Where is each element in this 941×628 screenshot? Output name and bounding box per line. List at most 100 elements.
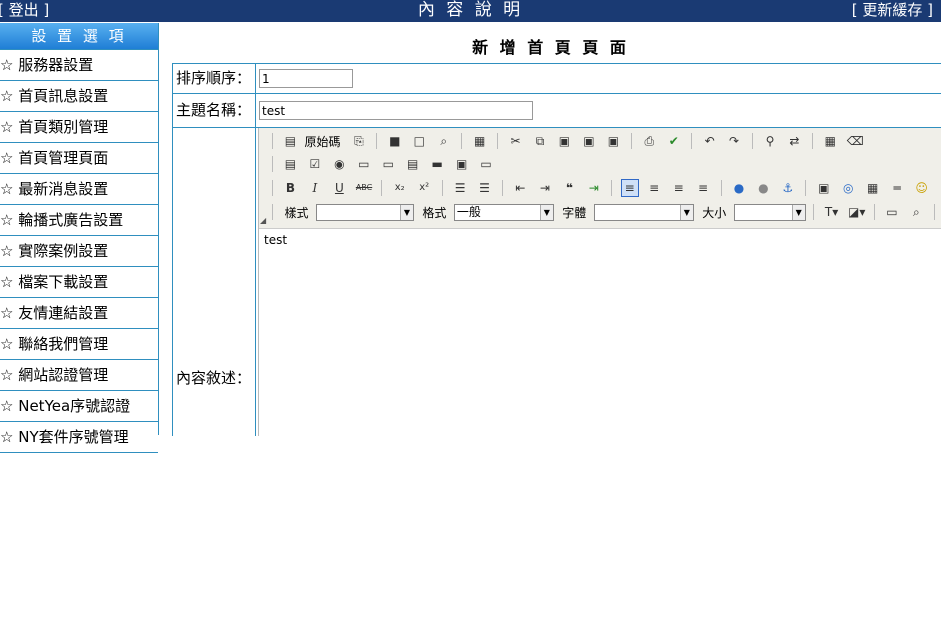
size-select[interactable]: ▼ (733, 203, 806, 221)
sidebar-item[interactable]: ☆ 首頁訊息設置 (0, 81, 158, 112)
sidebar-item[interactable]: ☆ 最新消息設置 (0, 174, 158, 205)
indent-icon[interactable]: ⇥ (537, 180, 553, 196)
style-select[interactable]: ▼ (315, 203, 414, 221)
sidebar-item[interactable]: ☆ 首頁類別管理 (0, 112, 158, 143)
find-icon[interactable]: ⚲ (762, 133, 778, 149)
hidden-field-icon[interactable]: ▭ (478, 156, 494, 172)
replace-icon[interactable]: ⇄ (786, 133, 802, 149)
select-field-icon[interactable]: ▤ (405, 156, 421, 172)
image-button-icon[interactable]: ▣ (454, 156, 470, 172)
smiley-icon[interactable]: ☺ (914, 180, 930, 196)
paste-text-icon[interactable]: ▣ (581, 133, 597, 149)
undo-icon[interactable]: ↶ (702, 133, 718, 149)
numbered-list-icon[interactable]: ☰ (452, 180, 468, 196)
background-color-icon[interactable]: ◪▾ (848, 204, 865, 220)
spellcheck-icon[interactable]: ✔ (666, 133, 682, 149)
bold-icon[interactable]: B (282, 180, 298, 196)
align-justify-icon[interactable]: ≡ (695, 180, 711, 196)
style-label: 樣式 (284, 205, 309, 220)
sidebar-item[interactable]: ☆ 服務器設置 (0, 50, 158, 81)
select-all-icon[interactable]: ▦ (822, 133, 838, 149)
textarea-icon[interactable]: ▭ (380, 156, 396, 172)
text-field-icon[interactable]: ▭ (356, 156, 372, 172)
chevron-down-icon: ▼ (539, 204, 553, 220)
underline-icon[interactable]: U (331, 180, 347, 196)
preview-icon[interactable]: ⎘ (351, 133, 367, 149)
copy-icon[interactable]: ⧉ (532, 133, 548, 149)
sidebar-item-label: 首頁管理頁面 (18, 149, 109, 167)
templates-icon[interactable]: ▦ (472, 133, 488, 149)
subscript-icon[interactable]: x₂ (392, 180, 408, 196)
sidebar-item[interactable]: ☆ 網站認證管理 (0, 360, 158, 391)
sidebar-heading: 設 置 選 項 (0, 23, 158, 50)
save-icon[interactable]: ■ (387, 133, 403, 149)
button-field-icon[interactable]: ▬ (429, 156, 445, 172)
align-center-icon[interactable]: ≡ (646, 180, 662, 196)
show-blocks-icon[interactable]: ⌕ (908, 204, 924, 220)
font-select[interactable]: ▼ (593, 203, 694, 221)
sidebar-item[interactable]: ☆ 首頁管理頁面 (0, 143, 158, 174)
cut-icon[interactable]: ✂ (508, 133, 524, 149)
image-icon[interactable]: ▣ (816, 180, 832, 196)
table-icon[interactable]: ▦ (865, 180, 881, 196)
flash-icon[interactable]: ◎ (840, 180, 856, 196)
sidebar-item-label: 服務器設置 (18, 56, 94, 74)
sidebar-item[interactable]: ☆ 友情連結設置 (0, 298, 158, 329)
sort-order-input[interactable] (259, 69, 353, 88)
star-icon: ☆ (0, 118, 14, 136)
text-color-icon[interactable]: T▾ (824, 204, 840, 220)
sidebar: 設 置 選 項 ☆ 服務器設置 ☆ 首頁訊息設置 ☆ 首頁類別管理 ☆ 首頁管理頁面 ☆… (0, 23, 159, 453)
checkbox-icon[interactable]: ☑ (307, 156, 323, 172)
star-icon: ☆ (0, 304, 14, 322)
print-icon[interactable]: ⎙ (641, 133, 657, 149)
form-icon[interactable]: ▤ (282, 156, 298, 172)
maximize-icon[interactable]: ▭ (884, 204, 900, 220)
subject-input[interactable] (259, 101, 533, 120)
sidebar-item[interactable]: ☆ 檔案下載設置 (0, 267, 158, 298)
align-right-icon[interactable]: ≡ (671, 180, 687, 196)
collapse-toolbar-icon[interactable]: ◢ (260, 216, 266, 225)
separator (811, 133, 813, 149)
strikethrough-icon[interactable]: ABC (356, 180, 372, 196)
source-button[interactable]: 原始碼 (304, 133, 340, 150)
paste-icon[interactable]: ▣ (556, 133, 572, 149)
sidebar-item-label: 實際案例設置 (18, 242, 109, 260)
print-preview-icon[interactable]: ⌕ (436, 133, 452, 149)
font-label: 字體 (562, 205, 587, 220)
paste-word-icon[interactable]: ▣ (605, 133, 621, 149)
superscript-icon[interactable]: x² (416, 180, 432, 196)
separator (461, 133, 463, 149)
sidebar-item[interactable]: ☆ NY套件序號管理 (0, 422, 158, 453)
div-icon[interactable]: ⇥ (586, 180, 602, 196)
separator (497, 133, 499, 149)
separator (376, 133, 378, 149)
radio-icon[interactable]: ◉ (331, 156, 347, 172)
unlink-icon[interactable]: ● (755, 180, 771, 196)
separator (720, 180, 722, 196)
bulleted-list-icon[interactable]: ☰ (477, 180, 493, 196)
align-left-icon[interactable]: ≡ (620, 179, 639, 197)
remove-format-icon[interactable]: ⌫ (847, 133, 864, 149)
source-icon[interactable]: ▤ (282, 133, 298, 149)
refresh-cache-link[interactable]: [ 更新緩存 ] (852, 0, 933, 20)
sidebar-item[interactable]: ☆ 輪播式廣告設置 (0, 205, 158, 236)
sidebar-item[interactable]: ☆ 實際案例設置 (0, 236, 158, 267)
star-icon: ☆ (0, 397, 14, 415)
star-icon: ☆ (0, 56, 14, 74)
star-icon: ☆ (0, 428, 14, 446)
sidebar-item-label: 網站認證管理 (18, 366, 109, 384)
editor-toolbar: ▤ 原始碼 ⎘ ■ □ ⌕ ▦ ✂ ⧉ ▣ ▣ ▣ ⎙ ✔ ↶ ↷ ⚲ ⇄ ▦ … (259, 128, 941, 229)
link-icon[interactable]: ● (731, 180, 747, 196)
outdent-icon[interactable]: ⇤ (512, 180, 528, 196)
blockquote-icon[interactable]: ❝ (561, 180, 577, 196)
editor-content-area[interactable]: test (259, 229, 941, 436)
format-select[interactable]: 一般 ▼ (453, 203, 554, 221)
sidebar-item[interactable]: ☆ NetYea序號認證 (0, 391, 158, 422)
italic-icon[interactable]: I (307, 180, 323, 196)
anchor-icon[interactable]: ⚓ (780, 180, 796, 196)
new-page-icon[interactable]: □ (411, 133, 427, 149)
sidebar-item[interactable]: ☆ 聯絡我們管理 (0, 329, 158, 360)
horizontal-rule-icon[interactable]: ═ (889, 180, 905, 196)
redo-icon[interactable]: ↷ (726, 133, 742, 149)
page-title: 新 增 首 頁 頁 面 (472, 38, 629, 57)
